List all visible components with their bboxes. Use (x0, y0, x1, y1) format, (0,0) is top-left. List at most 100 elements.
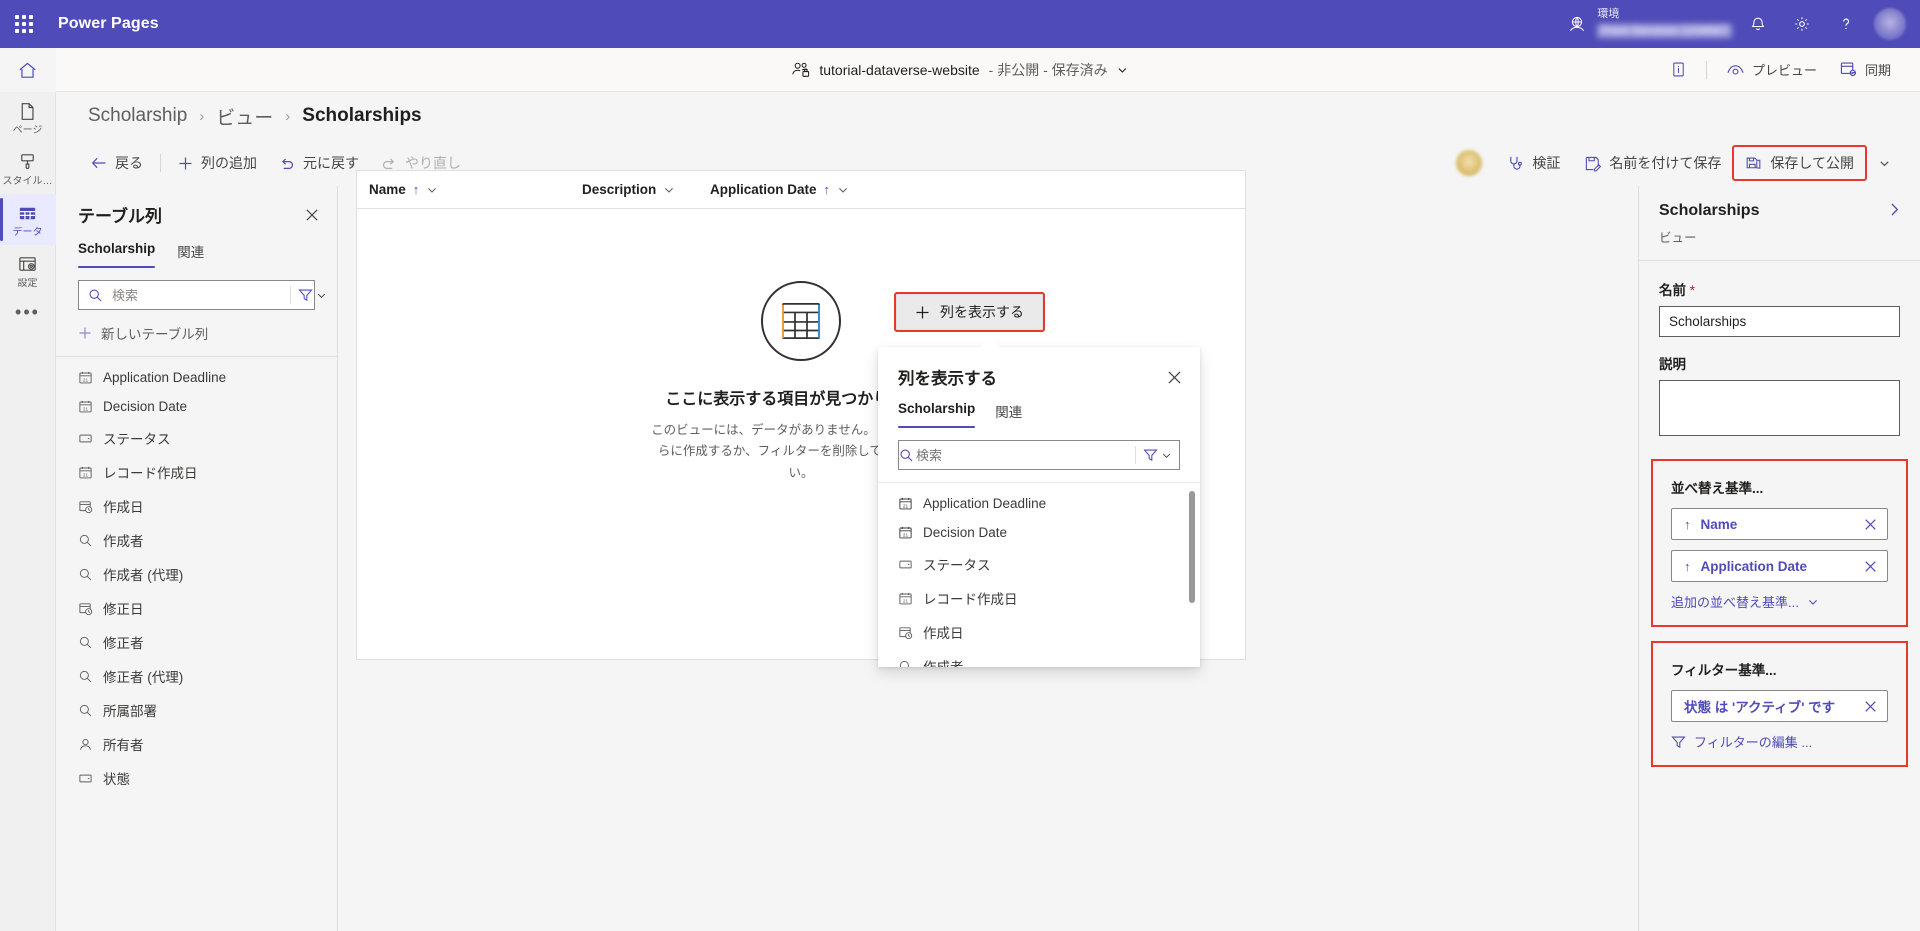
list-item[interactable]: 作成者 (56, 523, 337, 557)
calendar-icon: 21 (898, 496, 913, 511)
list-item[interactable]: 21 Decision Date (56, 392, 337, 421)
column-header-name[interactable]: Name ↑ (357, 182, 570, 197)
search-input[interactable] (110, 281, 290, 309)
back-button[interactable]: 戻る (80, 147, 154, 179)
close-icon[interactable] (1167, 370, 1182, 385)
list-item[interactable]: 修正者 (代理) (56, 659, 337, 693)
list-item-label: レコード作成日 (103, 462, 198, 482)
tab-scholarship[interactable]: Scholarship (78, 241, 155, 268)
brush-icon (17, 152, 38, 173)
list-item[interactable]: 修正日 (56, 591, 337, 625)
gear-icon[interactable] (1780, 0, 1824, 48)
sidebar-more-icon[interactable]: ••• (15, 302, 40, 323)
column-header-application-date[interactable]: Application Date ↑ (698, 182, 888, 197)
close-icon[interactable] (1864, 700, 1877, 713)
chevron-down-icon[interactable] (426, 184, 438, 196)
sort-chip-name[interactable]: ↑ Name (1671, 508, 1888, 540)
close-icon[interactable] (305, 208, 319, 222)
list-item-label: 修正者 (103, 632, 144, 652)
list-item[interactable]: ステータス (878, 547, 1200, 581)
undo-button[interactable]: 元に戻す (268, 147, 370, 179)
new-table-column-label: 新しいテーブル列 (101, 323, 208, 343)
sort-chip-application-date[interactable]: ↑ Application Date (1671, 550, 1888, 582)
callout-scrollbar[interactable] (1189, 491, 1195, 603)
svg-text:21: 21 (83, 377, 89, 382)
search-input[interactable] (914, 441, 1135, 469)
description-field-label: 説明 (1659, 353, 1900, 373)
edit-filter-link[interactable]: フィルターの編集 ... (1671, 732, 1888, 751)
list-item[interactable]: 作成日 (878, 615, 1200, 649)
list-item[interactable]: 作成者 (878, 649, 1200, 667)
environment-label: 環境 (1597, 8, 1732, 21)
tab-related[interactable]: 関連 (995, 401, 1022, 428)
sidebar-item-settings[interactable]: 設定 (0, 245, 56, 296)
filter-icon[interactable] (290, 286, 334, 304)
calendar-icon: 21 (78, 399, 93, 414)
name-field[interactable] (1659, 306, 1900, 337)
list-item[interactable]: 状態 (56, 761, 337, 795)
list-item[interactable]: 所属部署 (56, 693, 337, 727)
sidebar-item-label: ページ (13, 125, 43, 136)
description-field[interactable] (1659, 380, 1900, 436)
chevron-down-icon[interactable] (837, 184, 849, 196)
plus-icon (78, 326, 92, 340)
add-column-button[interactable]: 列の追加 (167, 147, 268, 179)
table-columns-title: テーブル列 (78, 202, 162, 227)
app-launcher-icon[interactable] (0, 0, 48, 48)
svg-text:21: 21 (903, 598, 909, 603)
bell-icon[interactable] (1736, 0, 1780, 48)
column-header-description[interactable]: Description (570, 182, 698, 197)
list-item[interactable]: 所有者 (56, 727, 337, 761)
sidebar-item-styles[interactable]: スタイル… (0, 143, 56, 194)
sidebar-item-pages[interactable]: ページ (0, 92, 56, 143)
list-item[interactable]: 21 レコード作成日 (56, 455, 337, 489)
breadcrumb-separator: › (285, 108, 290, 125)
show-columns-button[interactable]: 列を表示する (896, 294, 1043, 330)
additional-sort-link[interactable]: 追加の並べ替え基準... (1671, 592, 1888, 611)
svg-text:21: 21 (83, 406, 89, 411)
lookup-icon (78, 635, 93, 650)
new-table-column-button[interactable]: 新しいテーブル列 (56, 310, 337, 356)
sidebar-item-label: スタイル… (3, 176, 53, 187)
list-item[interactable]: 修正者 (56, 625, 337, 659)
list-item-label: 所属部署 (103, 700, 157, 720)
info-icon[interactable] (1661, 56, 1696, 83)
filter-icon[interactable] (1135, 446, 1179, 464)
chevron-down-icon[interactable] (1867, 151, 1902, 176)
save-and-publish-button[interactable]: 保存して公開 (1734, 147, 1865, 179)
optionset-icon (78, 771, 93, 786)
home-icon[interactable] (0, 48, 56, 92)
environment-globe-icon (1567, 14, 1587, 34)
sort-ascending-icon: ↑ (413, 182, 420, 197)
tab-scholarship[interactable]: Scholarship (898, 401, 975, 428)
list-item[interactable]: 21 Application Deadline (878, 489, 1200, 518)
datetime-icon (78, 601, 93, 616)
list-item[interactable]: 作成者 (代理) (56, 557, 337, 591)
sync-button[interactable]: 同期 (1830, 55, 1900, 84)
preview-button[interactable]: プレビュー (1717, 55, 1826, 84)
search-icon (79, 288, 110, 303)
undo-icon (279, 156, 295, 171)
list-item[interactable]: 21 Decision Date (878, 518, 1200, 547)
properties-title: Scholarships (1659, 202, 1759, 220)
tab-related[interactable]: 関連 (177, 241, 204, 268)
breadcrumb-item-table[interactable]: Scholarship (88, 105, 187, 127)
list-item[interactable]: 21 レコード作成日 (878, 581, 1200, 615)
chevron-right-icon[interactable] (1887, 202, 1902, 217)
list-item[interactable]: ステータス (56, 421, 337, 455)
site-selector[interactable]: tutorial-dataverse-website - 非公開 - 保存済み (791, 60, 1128, 80)
environment-picker[interactable]: 環境 Point Services 1234567 (1567, 8, 1732, 39)
chevron-down-icon[interactable] (663, 184, 675, 196)
sidebar-item-data[interactable]: データ (0, 194, 56, 245)
sidebar-item-label: データ (13, 227, 43, 238)
list-item[interactable]: 21 Application Deadline (56, 363, 337, 392)
list-item-label: Application Deadline (923, 496, 1046, 511)
list-item-label: 所有者 (103, 734, 144, 754)
breadcrumb-item-views[interactable]: ビュー (216, 103, 273, 130)
close-icon[interactable] (1864, 560, 1877, 573)
close-icon[interactable] (1864, 518, 1877, 531)
filter-chip-status[interactable]: 状態 は 'アクティブ' です (1671, 690, 1888, 722)
list-item[interactable]: 作成日 (56, 489, 337, 523)
avatar[interactable] (1874, 8, 1906, 40)
question-mark-icon[interactable] (1824, 0, 1868, 48)
